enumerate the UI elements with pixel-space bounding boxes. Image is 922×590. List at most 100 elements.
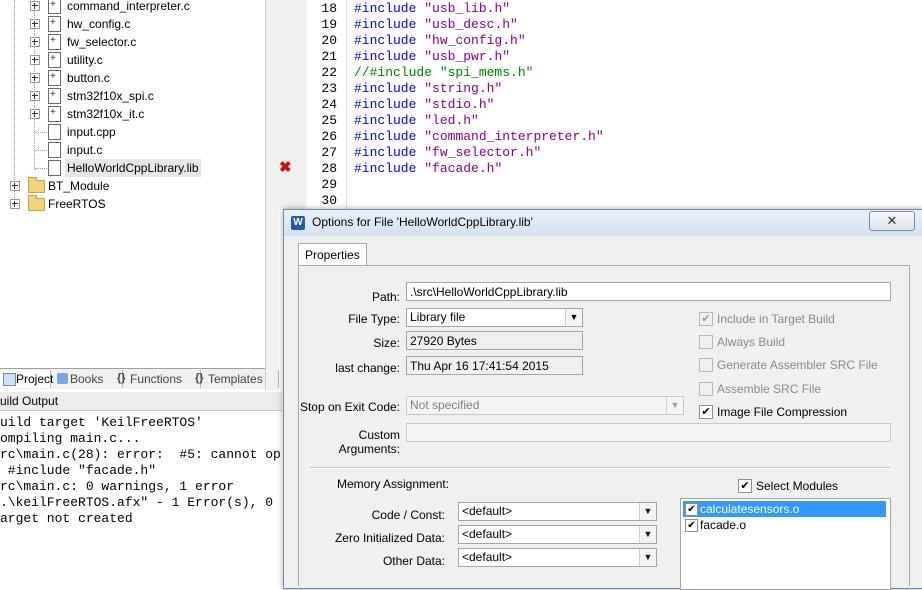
project-icon xyxy=(3,373,16,386)
app-icon: W xyxy=(291,216,305,230)
code-line[interactable]: #include "usb_pwr.h" xyxy=(354,49,510,65)
build-output-line: uild target 'KeilFreeRTOS' xyxy=(0,415,203,430)
line-number: 26 xyxy=(321,129,337,144)
chevron-down-icon[interactable]: ▼ xyxy=(639,549,656,566)
tab-label: Templates xyxy=(208,372,263,386)
path-field[interactable]: .\src\HelloWorldCppLibrary.lib xyxy=(406,282,891,301)
code-line[interactable]: #include "hw_config.h" xyxy=(354,33,526,49)
project-window-tabs: Project Books {} Functions {} Templates xyxy=(0,368,279,389)
code-string: "led.h" xyxy=(424,113,479,128)
source-file-icon xyxy=(48,86,61,104)
source-file-icon xyxy=(48,32,61,50)
editor-gutter xyxy=(277,0,307,210)
code-line[interactable]: //#include "spi_mems.h" xyxy=(354,65,533,81)
templates-icon: {} xyxy=(195,372,204,384)
tree-guide-line xyxy=(35,150,47,151)
image-compression-checkbox[interactable]: ✔ Image File Compression xyxy=(699,404,847,420)
code-keyword: #include xyxy=(354,81,417,96)
code-line[interactable]: #include "usb_desc.h" xyxy=(354,17,518,33)
dialog-title: Options for File 'HelloWorldCppLibrary.l… xyxy=(312,215,533,229)
line-number: 28 xyxy=(321,161,337,176)
code-line[interactable]: #include "string.h" xyxy=(354,81,502,97)
tree-item-command-interpreter[interactable]: command_interpreter.c xyxy=(0,0,265,15)
chevron-down-icon[interactable]: ▼ xyxy=(639,503,656,520)
expand-icon[interactable] xyxy=(30,37,40,47)
chevron-down-icon[interactable]: ▼ xyxy=(639,526,656,543)
file-type-select[interactable]: Library file ▼ xyxy=(406,308,583,327)
build-output-line: ompiling main.c... xyxy=(0,431,141,446)
expand-icon[interactable] xyxy=(30,109,40,119)
line-number: 30 xyxy=(321,193,337,208)
tab-books[interactable]: Books xyxy=(54,370,123,388)
modules-list[interactable]: ✔ calculatesensors.o ✔ facade.o xyxy=(680,498,891,590)
code-keyword: #include xyxy=(354,49,417,64)
code-line[interactable]: #include "stdio.h" xyxy=(354,97,494,113)
module-item-calculatesensors[interactable]: ✔ calculatesensors.o xyxy=(683,501,886,517)
tree-item-bt-module[interactable]: BT_Module xyxy=(0,177,265,195)
checkmark-icon: ✔ xyxy=(738,479,752,493)
tree-item-hw-config[interactable]: hw_config.c xyxy=(0,14,265,33)
tree-item-input-c[interactable]: input.c xyxy=(0,141,265,159)
build-output-panel[interactable]: uild target 'KeilFreeRTOS' ompiling main… xyxy=(0,411,282,587)
tree-item-label: stm32f10x_it.c xyxy=(67,107,145,121)
tab-properties[interactable]: Properties xyxy=(298,243,367,266)
tree-item-stm32-it[interactable]: stm32f10x_it.c xyxy=(0,104,265,123)
zero-init-value: <default> xyxy=(462,527,513,541)
module-item-facade[interactable]: ✔ facade.o xyxy=(683,517,886,533)
code-line[interactable]: #include "facade.h" xyxy=(354,161,502,177)
build-output-line: rc\main.c(28): error: #5: cannot op xyxy=(0,447,281,462)
checkbox-box xyxy=(699,382,713,396)
expand-icon[interactable] xyxy=(30,1,40,11)
expand-icon[interactable] xyxy=(30,19,40,29)
stop-exit-code-value: Not specified xyxy=(410,398,480,412)
expand-icon[interactable] xyxy=(30,55,40,65)
tree-item-stm32-spi[interactable]: stm32f10x_spi.c xyxy=(0,86,265,105)
dialog-title-bar[interactable]: W Options for File 'HelloWorldCppLibrary… xyxy=(284,210,922,236)
select-modules-checkbox[interactable]: ✔ Select Modules xyxy=(738,478,838,494)
code-keyword: #include xyxy=(354,129,417,144)
tree-item-helloworld-lib[interactable]: HelloWorldCppLibrary.lib xyxy=(0,159,265,177)
code-editor[interactable]: 18 #include "usb_lib.h" 19 #include "usb_de… xyxy=(307,0,922,210)
expand-icon[interactable] xyxy=(10,181,20,191)
code-keyword: #include xyxy=(354,17,417,32)
tree-item-button[interactable]: button.c xyxy=(0,68,265,87)
expand-icon[interactable] xyxy=(30,91,40,101)
tab-templates[interactable]: {} Templates xyxy=(192,370,279,388)
checkbox-label: Assemble SRC File xyxy=(717,382,822,396)
code-keyword: #include xyxy=(354,161,417,176)
include-target-build-checkbox: ✔ Include in Target Build xyxy=(699,311,835,327)
tree-item-label: command_interpreter.c xyxy=(67,0,190,13)
code-line[interactable]: #include "command_interpreter.h" xyxy=(354,129,604,145)
tree-item-utility[interactable]: utility.c xyxy=(0,50,265,69)
project-tree: command_interpreter.c hw_config.c fw_sel… xyxy=(0,0,265,368)
code-line[interactable]: #include "led.h" xyxy=(354,113,479,129)
checkmark-icon[interactable]: ✔ xyxy=(685,503,698,516)
other-data-select[interactable]: <default> ▼ xyxy=(458,548,657,567)
source-file-icon xyxy=(48,124,61,140)
line-number: 29 xyxy=(321,177,337,192)
checkmark-icon[interactable]: ✔ xyxy=(685,519,698,532)
tree-item-input-cpp[interactable]: input.cpp xyxy=(0,123,265,141)
zero-init-select[interactable]: <default> ▼ xyxy=(458,525,657,544)
source-file-icon xyxy=(48,14,61,32)
chevron-down-icon[interactable]: ▼ xyxy=(565,309,582,326)
expand-icon[interactable] xyxy=(10,199,20,209)
expand-icon[interactable] xyxy=(30,73,40,83)
other-data-label: Other Data: xyxy=(382,554,445,568)
checkmark-icon: ✔ xyxy=(699,405,713,419)
tree-item-label: HelloWorldCppLibrary.lib xyxy=(65,159,201,177)
tab-functions[interactable]: {} Functions xyxy=(114,370,201,388)
code-line[interactable]: #include "usb_lib.h" xyxy=(354,1,510,17)
tree-item-label: utility.c xyxy=(67,53,103,67)
tab-project[interactable]: Project xyxy=(0,370,53,388)
code-const-select[interactable]: <default> ▼ xyxy=(458,502,657,521)
checkbox-label: Image File Compression xyxy=(717,405,848,419)
last-change-field: Thu Apr 16 17:41:54 2015 xyxy=(406,356,583,375)
code-line[interactable]: #include "fw_selector.h" xyxy=(354,145,541,161)
close-button[interactable]: ✕ xyxy=(869,211,915,231)
code-string: "usb_lib.h" xyxy=(424,1,511,16)
checkbox-label: Include in Target Build xyxy=(717,312,835,326)
tree-item-freertos[interactable]: FreeRTOS xyxy=(0,195,265,213)
custom-arguments-field xyxy=(406,423,891,442)
tree-item-fw-selector[interactable]: fw_selector.c xyxy=(0,32,265,51)
